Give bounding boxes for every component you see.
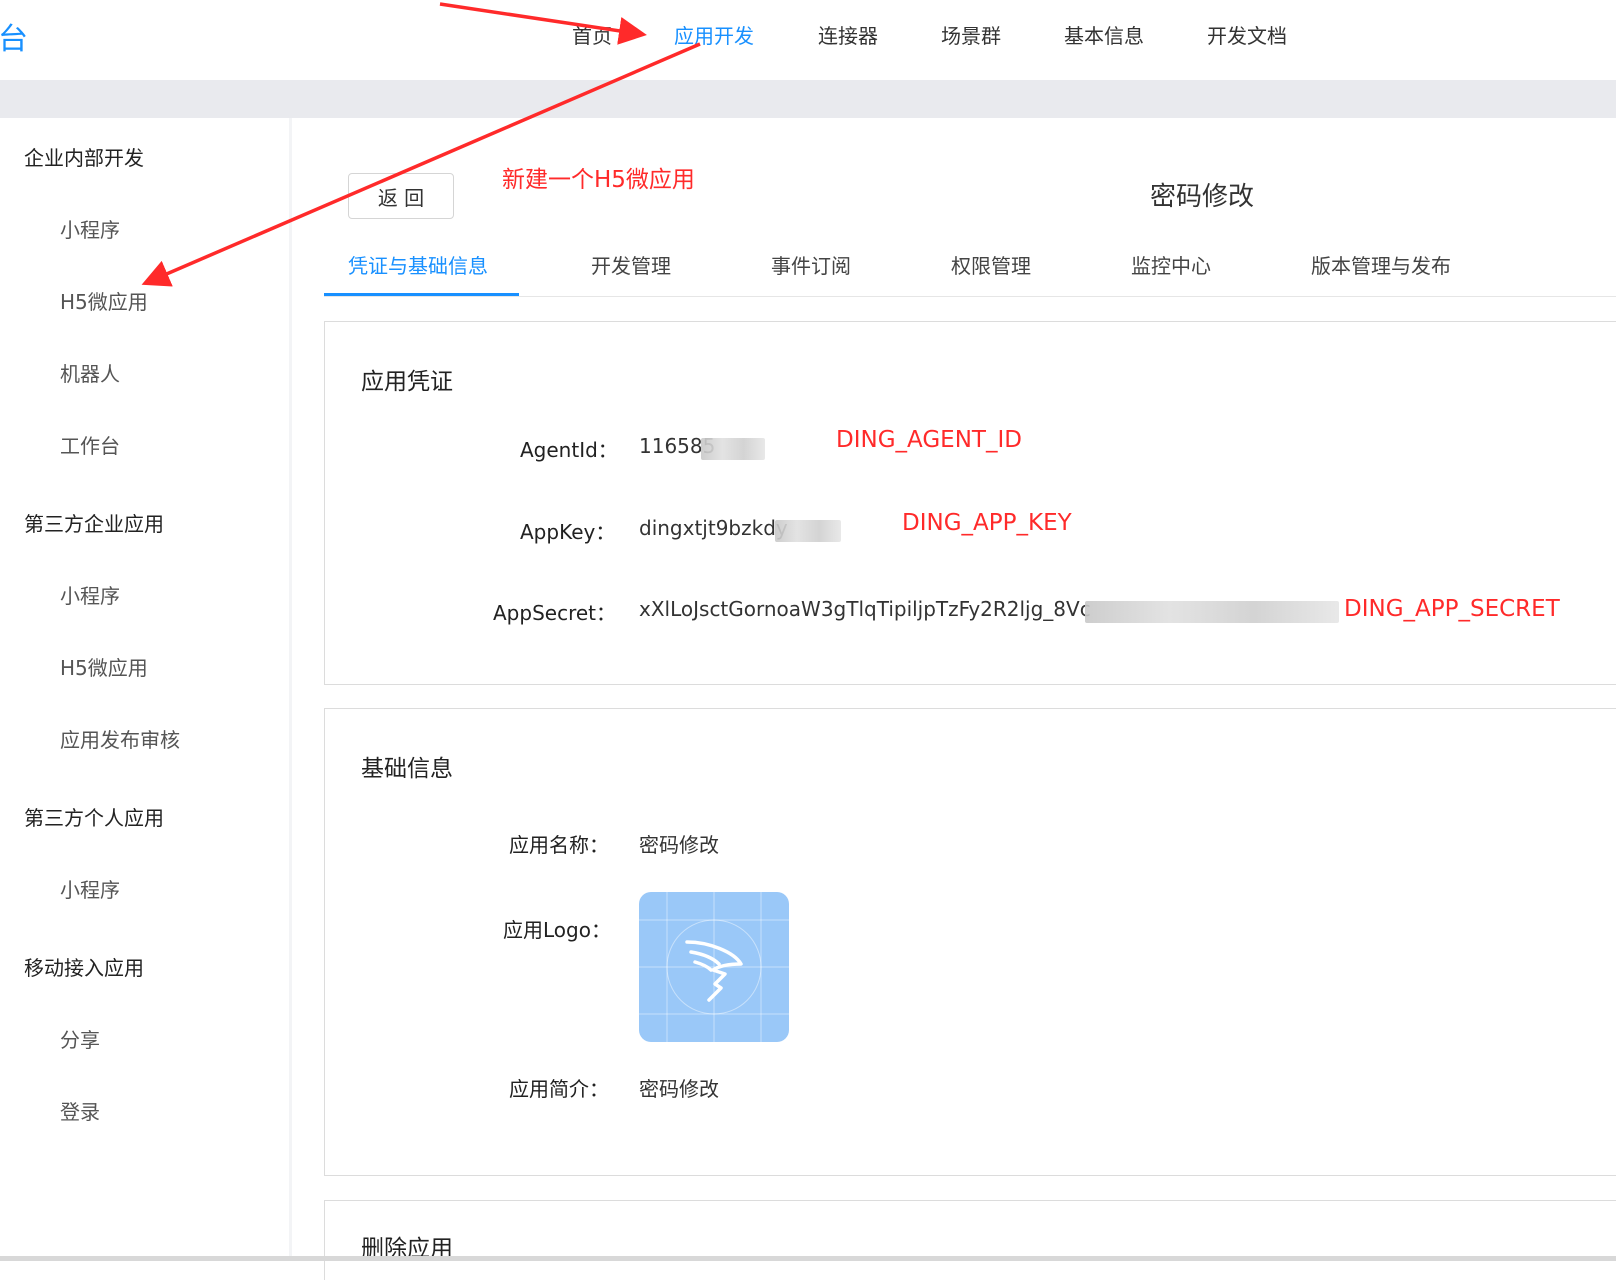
app-key-redaction [775,520,841,542]
credentials-title: 应用凭证 [361,369,453,395]
sidebar-item-personal-miniprogram[interactable]: 小程序 [60,874,120,903]
credentials-card: 应用凭证 AgentId： 116585 AppKey： dingxtjt9bz… [324,321,1616,685]
basic-info-title: 基础信息 [361,756,453,782]
app-desc-value: 密码修改 [639,1077,719,1101]
sidebar-group-internal: 企业内部开发 [24,146,144,170]
nav-connector[interactable]: 连接器 [818,20,878,49]
platform-logo-fragment[interactable]: 台 [0,14,28,58]
annotation-agent-id: DING_AGENT_ID [836,427,1022,453]
tab-permissions[interactable]: 权限管理 [951,250,1031,279]
app-secret-label: AppSecret： [493,601,616,625]
nav-basic-info[interactable]: 基本信息 [1064,20,1144,49]
tab-event-subscription[interactable]: 事件订阅 [771,250,851,279]
back-button[interactable]: 返 回 [348,173,454,219]
nav-scene-group[interactable]: 场景群 [941,20,1001,49]
sidebar-item-enterprise-miniprogram[interactable]: 小程序 [60,580,120,609]
sidebar: 企业内部开发 小程序 H5微应用 机器人 工作台 第三方企业应用 小程序 H5微… [0,118,289,1261]
tab-version-release[interactable]: 版本管理与发布 [1311,250,1451,279]
tabs-underline [324,296,1616,297]
dingtalk-wing-icon [639,892,789,1042]
agent-id-redaction [701,438,765,460]
app-desc-label: 应用简介： [509,1077,609,1101]
annotation-app-secret: DING_APP_SECRET [1344,596,1560,622]
app-logo-label: 应用Logo： [503,918,611,942]
app-key-label: AppKey： [520,520,616,544]
page-title: 密码修改 [1150,182,1255,212]
sidebar-item-internal-robot[interactable]: 机器人 [60,358,120,387]
app-secret-redaction [1085,601,1339,623]
app-name-value: 密码修改 [639,833,719,857]
nav-app-development[interactable]: 应用开发 [674,20,754,49]
sidebar-item-login[interactable]: 登录 [60,1096,100,1125]
sidebar-item-share[interactable]: 分享 [60,1024,100,1053]
nav-home[interactable]: 首页 [572,20,612,49]
sidebar-group-mobile-access: 移动接入应用 [24,956,144,980]
sidebar-group-third-party-enterprise: 第三方企业应用 [24,512,164,536]
sidebar-item-internal-miniprogram[interactable]: 小程序 [60,214,120,243]
annotation-app-key: DING_APP_KEY [902,510,1072,536]
tab-dev-management[interactable]: 开发管理 [591,250,671,279]
tab-monitoring[interactable]: 监控中心 [1131,250,1211,279]
agent-id-label: AgentId： [520,438,618,462]
basic-info-card: 基础信息 应用名称： 密码修改 应用Logo： 应用简介： 密码修改 [324,708,1616,1176]
top-navigation: 台 首页 应用开发 连接器 场景群 基本信息 开发文档 [0,0,1616,80]
sidebar-group-third-party-personal: 第三方个人应用 [24,806,164,830]
app-logo-image[interactable] [639,892,789,1042]
app-name-label: 应用名称： [509,833,609,857]
header-divider-band [0,80,1616,118]
sidebar-item-internal-h5[interactable]: H5微应用 [60,286,148,315]
sidebar-item-internal-workbench[interactable]: 工作台 [60,430,120,459]
nav-dev-docs[interactable]: 开发文档 [1207,20,1287,49]
sidebar-divider [289,118,292,1261]
tab-credentials[interactable]: 凭证与基础信息 [348,250,488,279]
sidebar-item-enterprise-review[interactable]: 应用发布审核 [60,724,180,753]
delete-app-card: 删除应用 [324,1200,1616,1280]
horizontal-scrollbar[interactable] [0,1256,1616,1261]
app-key-value[interactable]: dingxtjt9bzkdy [639,516,788,540]
annotation-create-h5: 新建一个H5微应用 [502,167,695,193]
app-secret-value[interactable]: xXlLoJsctGornoaW3gTlqTipiljpTzFy2R2ljg_8… [639,597,1091,621]
sidebar-item-enterprise-h5[interactable]: H5微应用 [60,652,148,681]
